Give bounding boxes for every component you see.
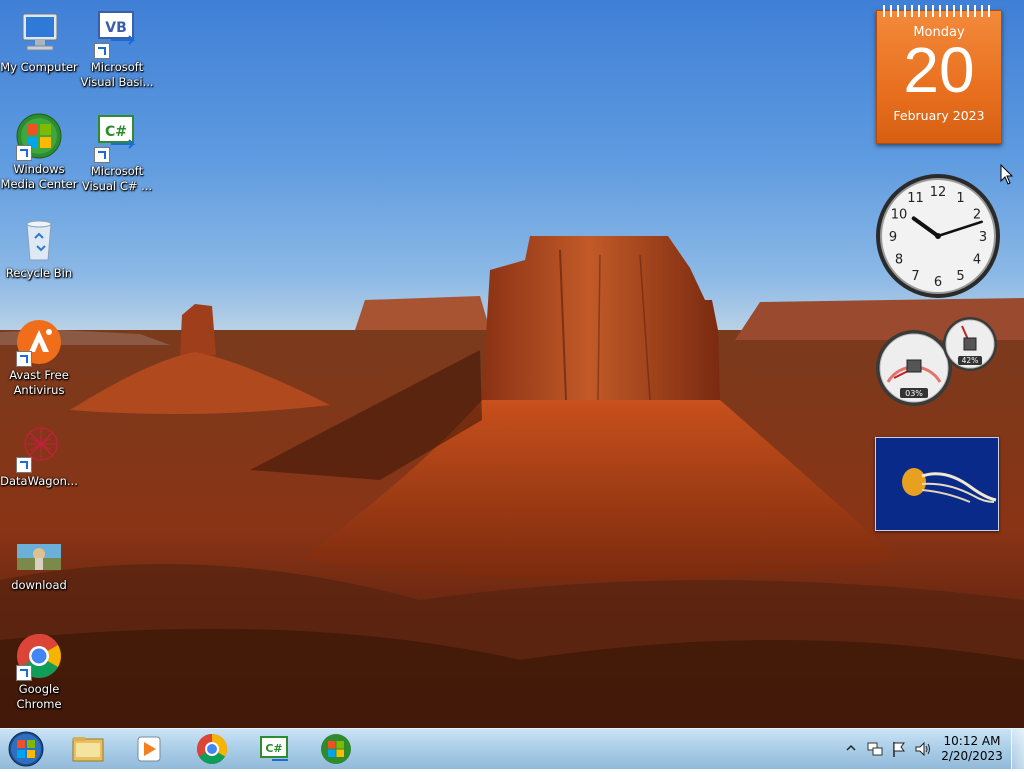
desktop-icon-label: Windows Media Center (0, 162, 78, 191)
image-file-icon (15, 528, 63, 576)
cpu-meter-gadget[interactable]: 03% 42% (874, 316, 1000, 408)
calendar-month-year: February 2023 (893, 108, 985, 123)
desktop-icon-visual-csharp[interactable]: C# Microsoft Visual C# ... (78, 114, 156, 193)
avast-icon (15, 318, 63, 367)
volume-icon[interactable] (914, 740, 932, 758)
desktop-icon-download[interactable]: download (0, 528, 78, 593)
clock-numeral: 7 (911, 269, 919, 284)
shortcut-arrow-icon (94, 147, 110, 163)
show-hidden-icons-chevron-icon[interactable] (844, 741, 858, 755)
datawagon-icon (15, 424, 63, 473)
clock-numeral: 6 (934, 275, 942, 290)
desktop-icon-avast[interactable]: Avast Free Antivirus (0, 318, 78, 397)
visual-csharp-icon: C# (93, 114, 141, 163)
cpu-usage-text: 03% (905, 389, 923, 398)
taskbar-clock[interactable]: 10:12 AM 2/20/2023 (940, 734, 1004, 764)
folder-icon (72, 737, 104, 762)
svg-text:VB: VB (105, 20, 127, 36)
clock-numeral: 10 (891, 208, 908, 223)
taskbar-visual-csharp[interactable]: C# (248, 731, 300, 767)
windows-orb-icon (8, 731, 44, 767)
desktop-icon-label: Avast Free Antivirus (9, 368, 69, 397)
desktop-icon-label: download (11, 578, 67, 592)
desktop-wallpaper (0, 0, 1024, 728)
windows-media-center-icon (321, 734, 351, 764)
desktop-icon-my-computer[interactable]: My Computer (0, 10, 78, 75)
calendar-rings (883, 5, 995, 17)
clock-numeral: 1 (956, 191, 964, 206)
clock-gadget[interactable]: 1234567891011 12 (874, 172, 1002, 300)
shortcut-arrow-icon (16, 351, 32, 367)
desktop-icon-label: Google Chrome (16, 682, 62, 711)
taskbar-time: 10:12 AM (943, 734, 1001, 748)
clock-numeral: 8 (895, 253, 903, 268)
desktop-icon-label: Microsoft Visual C# ... (81, 164, 153, 193)
desktop-icon-visual-basic[interactable]: VB Microsoft Visual Basi... (78, 10, 156, 89)
shortcut-arrow-icon (16, 665, 32, 681)
clock-numeral: 5 (956, 269, 964, 284)
calendar-gadget[interactable]: Monday 20 February 2023 (876, 5, 1002, 144)
slideshow-gadget[interactable] (875, 437, 999, 531)
taskbar-date: 2/20/2023 (941, 749, 1003, 763)
clock-numeral: 3 (979, 230, 987, 245)
desktop-icon-label: Recycle Bin (5, 266, 73, 280)
calendar-day: 20 (903, 34, 975, 106)
mouse-cursor-icon (1000, 164, 1014, 185)
taskbar-google-chrome[interactable] (186, 731, 238, 767)
desktop-icon-datawagon[interactable]: DataWagon... (0, 424, 78, 489)
desktop-icon-label: Microsoft Visual Basi... (80, 60, 154, 89)
shortcut-arrow-icon (16, 457, 32, 473)
svg-text:C#: C# (265, 742, 282, 755)
network-icon[interactable] (866, 740, 884, 758)
desktop-icon-recycle-bin[interactable]: Recycle Bin (0, 216, 78, 281)
taskbar-windows-media-center[interactable] (310, 731, 362, 767)
show-desktop-button[interactable] (1011, 729, 1024, 769)
recycle-bin-icon (15, 216, 63, 264)
action-center-flag-icon[interactable] (890, 740, 908, 758)
jellyfish-image (876, 438, 998, 530)
clock-numeral: 11 (907, 191, 924, 206)
taskbar-media-player[interactable] (124, 731, 176, 767)
chrome-icon (196, 734, 228, 765)
windows-media-center-icon (15, 112, 63, 161)
desktop-icon-windows-media-center[interactable]: Windows Media Center (0, 112, 78, 191)
memory-usage-text: 42% (962, 356, 979, 365)
visual-basic-icon: VB (93, 10, 141, 59)
visual-csharp-icon: C# (260, 736, 288, 761)
shortcut-arrow-icon (16, 145, 32, 161)
clock-numeral: 4 (973, 253, 981, 268)
start-button[interactable] (6, 730, 46, 768)
shortcut-arrow-icon (94, 43, 110, 59)
clock-numeral: 2 (973, 208, 981, 223)
clock-numeral: 9 (889, 230, 897, 245)
taskbar: C# 10:12 AM 2/20/2023 (0, 728, 1024, 769)
desktop-icon-google-chrome[interactable]: Google Chrome (0, 632, 78, 711)
taskbar-windows-explorer[interactable] (62, 731, 114, 767)
desktop-icon-label: DataWagon... (0, 474, 78, 488)
clock-numeral: 12 (930, 185, 947, 200)
desktop-icon-label: My Computer (0, 60, 78, 74)
computer-icon (15, 10, 63, 58)
chrome-icon (15, 632, 63, 681)
svg-text:C#: C# (105, 124, 127, 140)
media-player-icon (137, 736, 161, 762)
